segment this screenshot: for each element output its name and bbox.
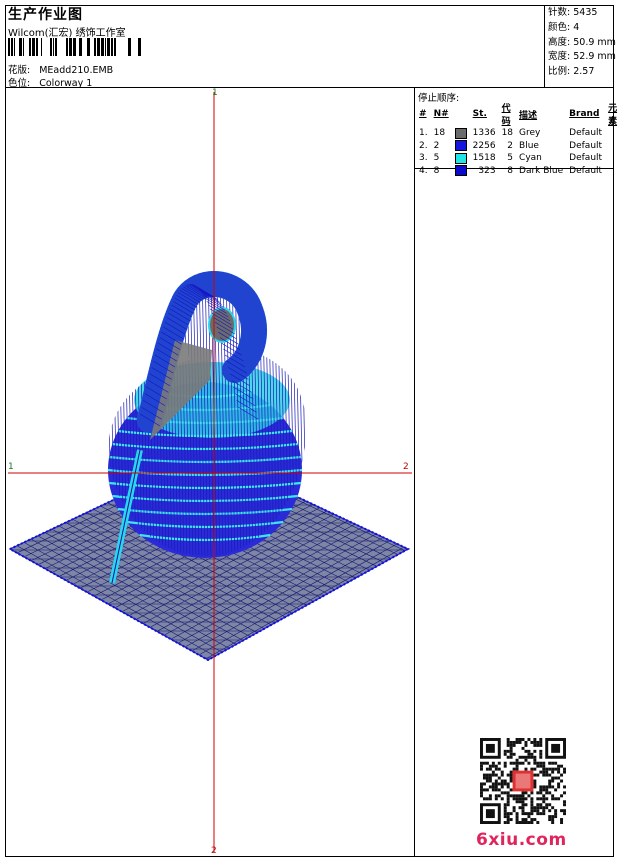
axis-label-top: 1 xyxy=(212,88,218,98)
stat-scale: 比例: 2.57 xyxy=(548,66,595,78)
header-divider xyxy=(544,5,545,87)
axis-label-left: 1 xyxy=(8,462,14,472)
embroidery-dome xyxy=(107,285,307,558)
qr-code xyxy=(480,738,566,824)
col-brand: Brand xyxy=(569,109,600,119)
stop-brand: Default xyxy=(569,140,603,151)
stop-stitches: 323 xyxy=(478,165,496,176)
stop-element xyxy=(605,152,620,165)
company-name: Wilcom(汇宏) 绣饰工作室 xyxy=(8,28,126,39)
stop-code: 5 xyxy=(507,153,514,164)
stop-stitches: 2256 xyxy=(472,140,496,151)
stop-sequence-table: # N# St. 代码 描述 Brand 元素 1. 18 1336 18 Grey De… xyxy=(416,101,620,177)
col-element: 元素 xyxy=(608,104,618,127)
stop-element xyxy=(605,165,620,178)
stop-index: 2. xyxy=(419,140,428,151)
stop-swatch xyxy=(452,140,470,153)
site-watermark: 6xiu.com xyxy=(476,830,567,850)
stop-row: 2. 2 2256 2 Blue Default xyxy=(416,140,620,153)
axis-label-right: 2 xyxy=(403,462,409,472)
col-description: 描述 xyxy=(519,110,538,121)
color-swatch xyxy=(454,165,467,177)
stop-index: 1. xyxy=(419,128,428,139)
stop-row: 1. 18 1336 18 Grey Default xyxy=(416,127,620,140)
barcode xyxy=(8,38,141,56)
stop-brand: Default xyxy=(569,165,603,176)
color-swatch xyxy=(454,152,467,164)
stop-swatch xyxy=(452,165,470,178)
col-needle: N# xyxy=(433,109,449,119)
stop-stitches: 1518 xyxy=(472,153,496,164)
stop-needle: 8 xyxy=(433,165,440,176)
axis-label-bottom: 2 xyxy=(211,846,217,856)
col-index: # xyxy=(419,109,427,119)
stop-code: 2 xyxy=(507,140,514,151)
stat-colors: 颜色: 4 xyxy=(548,21,580,33)
stop-element xyxy=(605,127,620,140)
stop-needle: 18 xyxy=(433,128,446,139)
stop-element xyxy=(605,140,620,153)
color-swatch xyxy=(454,140,467,152)
stop-description: Dark Blue xyxy=(519,165,564,176)
stop-code: 18 xyxy=(501,128,514,139)
colorway-line: 色位: Colorway 1 xyxy=(8,75,92,89)
stop-table-header: # N# St. 代码 描述 Brand 元素 xyxy=(416,101,620,127)
stop-description: Grey xyxy=(519,128,541,139)
stop-code: 8 xyxy=(507,165,514,176)
panel-divider xyxy=(414,87,415,857)
stat-stitches: 针数: 5435 xyxy=(548,7,598,18)
color-swatch xyxy=(454,127,467,139)
stop-brand: Default xyxy=(569,153,603,164)
stop-description: Cyan xyxy=(519,153,542,164)
stat-height: 高度: 50.9 mm xyxy=(548,36,616,48)
stop-row: 4. 8 323 8 Dark Blue Default xyxy=(416,165,620,178)
stop-row: 3. 5 1518 5 Cyan Default xyxy=(416,152,620,165)
col-stitches: St. xyxy=(472,109,487,119)
stop-index: 3. xyxy=(419,153,428,164)
stat-width: 宽度: 52.9 mm xyxy=(548,51,616,63)
stop-index: 4. xyxy=(419,165,428,176)
stop-brand: Default xyxy=(569,128,603,139)
stop-needle: 2 xyxy=(433,140,440,151)
col-code: 代码 xyxy=(501,104,511,127)
stop-stitches: 1336 xyxy=(472,128,496,139)
stop-description: Blue xyxy=(519,140,539,151)
page-title: 生产作业图 xyxy=(8,7,83,23)
design-line: 花版: MEadd210.EMB xyxy=(8,62,113,76)
design-preview xyxy=(7,92,412,852)
stop-swatch xyxy=(452,127,470,140)
stop-needle: 5 xyxy=(433,153,440,164)
col-swatch xyxy=(452,101,470,127)
stop-swatch xyxy=(452,152,470,165)
design-stats: 针数: 5435 颜色: 4 高度: 50.9 mm 宽度: 52.9 mm 比… xyxy=(548,6,616,80)
